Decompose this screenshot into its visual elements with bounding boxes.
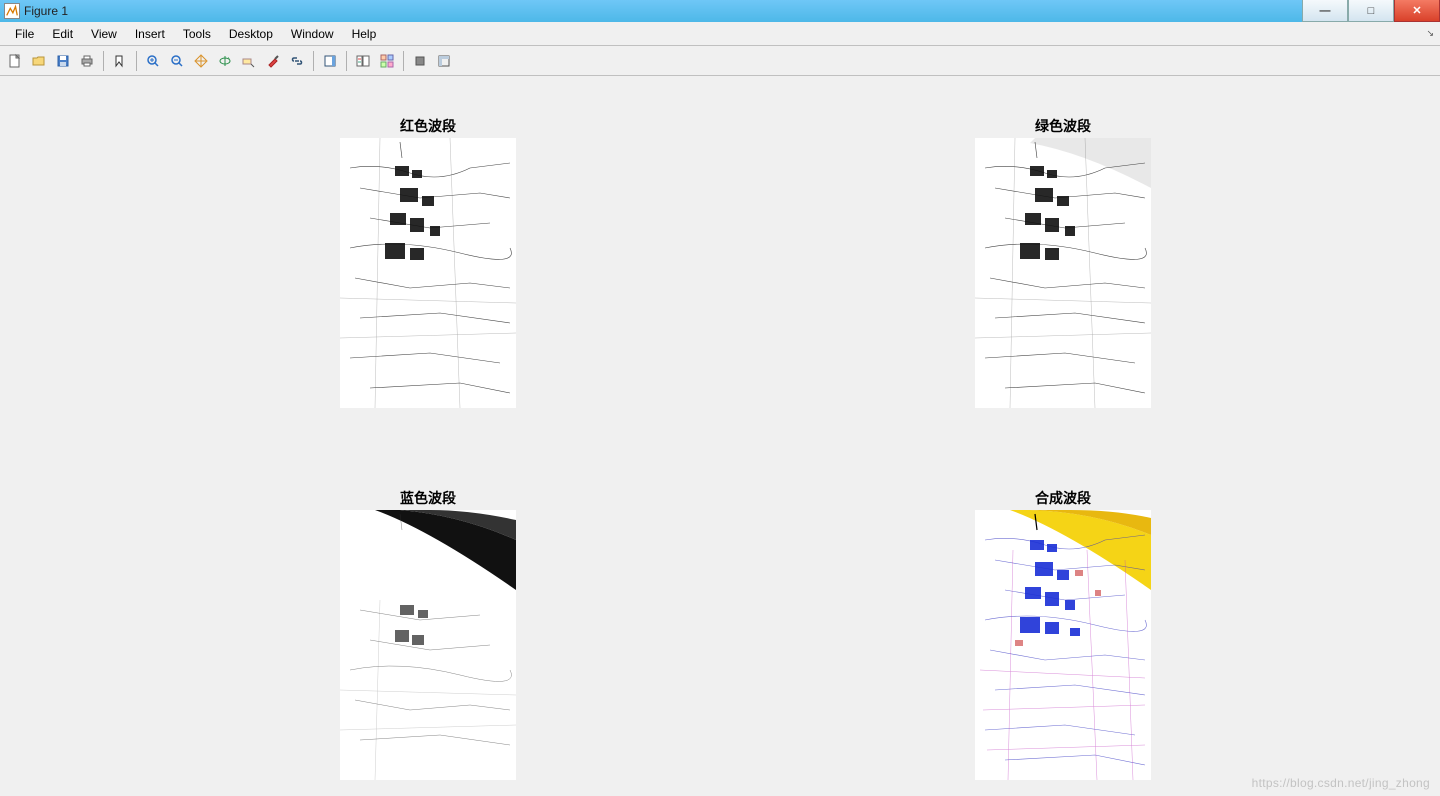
menu-edit[interactable]: Edit	[43, 24, 82, 44]
watermark-text: https://blog.csdn.net/jing_zhong	[1252, 776, 1430, 790]
data-cursor-button[interactable]	[238, 50, 260, 72]
axes-image-blue[interactable]	[340, 510, 516, 780]
subplot-blue-band: 蓝色波段	[340, 488, 516, 780]
subplot-red-band: 红色波段	[340, 116, 516, 408]
print-button[interactable]	[76, 50, 98, 72]
menu-help[interactable]: Help	[343, 24, 386, 44]
subplot-title: 蓝色波段	[340, 488, 516, 508]
zoom-out-button[interactable]	[166, 50, 188, 72]
subplot-title: 红色波段	[340, 116, 516, 136]
menu-tools[interactable]: Tools	[174, 24, 220, 44]
menu-insert[interactable]: Insert	[126, 24, 174, 44]
toolbar-separator	[136, 51, 137, 71]
hide-plot-tools-button[interactable]	[409, 50, 431, 72]
rotate-3d-button[interactable]	[214, 50, 236, 72]
edit-plot-button[interactable]	[109, 50, 131, 72]
pan-button[interactable]	[190, 50, 212, 72]
zoom-in-button[interactable]	[142, 50, 164, 72]
subplot-title: 合成波段	[975, 488, 1151, 508]
figure-canvas: 红色波段	[0, 76, 1440, 796]
axes-image-red[interactable]	[340, 138, 516, 408]
insert-legend-button[interactable]	[352, 50, 374, 72]
subplot-composite-band: 合成波段	[975, 488, 1151, 780]
toolbar-separator	[346, 51, 347, 71]
axes-image-composite[interactable]	[975, 510, 1151, 780]
title-bar: Figure 1 — □ ✕	[0, 0, 1440, 22]
minimize-button[interactable]: —	[1302, 0, 1348, 22]
window-title: Figure 1	[24, 4, 68, 18]
toolbar	[0, 46, 1440, 76]
menu-file[interactable]: File	[6, 24, 43, 44]
open-button[interactable]	[28, 50, 50, 72]
window-controls: — □ ✕	[1302, 0, 1440, 22]
new-subplot-button[interactable]	[376, 50, 398, 72]
save-button[interactable]	[52, 50, 74, 72]
show-plot-tools-button[interactable]	[433, 50, 455, 72]
subplot-title: 绿色波段	[975, 116, 1151, 136]
menu-desktop[interactable]: Desktop	[220, 24, 282, 44]
insert-colorbar-button[interactable]	[319, 50, 341, 72]
toolbar-separator	[403, 51, 404, 71]
axes-image-green[interactable]	[975, 138, 1151, 408]
link-button[interactable]	[286, 50, 308, 72]
menu-bar: File Edit View Insert Tools Desktop Wind…	[0, 22, 1440, 46]
close-button[interactable]: ✕	[1394, 0, 1440, 22]
toolbar-separator	[313, 51, 314, 71]
dock-arrow-icon[interactable]: ↘	[1426, 28, 1434, 39]
menu-window[interactable]: Window	[282, 24, 343, 44]
subplot-green-band: 绿色波段	[975, 116, 1151, 408]
menu-view[interactable]: View	[82, 24, 126, 44]
brush-button[interactable]	[262, 50, 284, 72]
maximize-button[interactable]: □	[1348, 0, 1394, 22]
toolbar-separator	[103, 51, 104, 71]
new-figure-button[interactable]	[4, 50, 26, 72]
matlab-figure-icon	[4, 3, 20, 19]
